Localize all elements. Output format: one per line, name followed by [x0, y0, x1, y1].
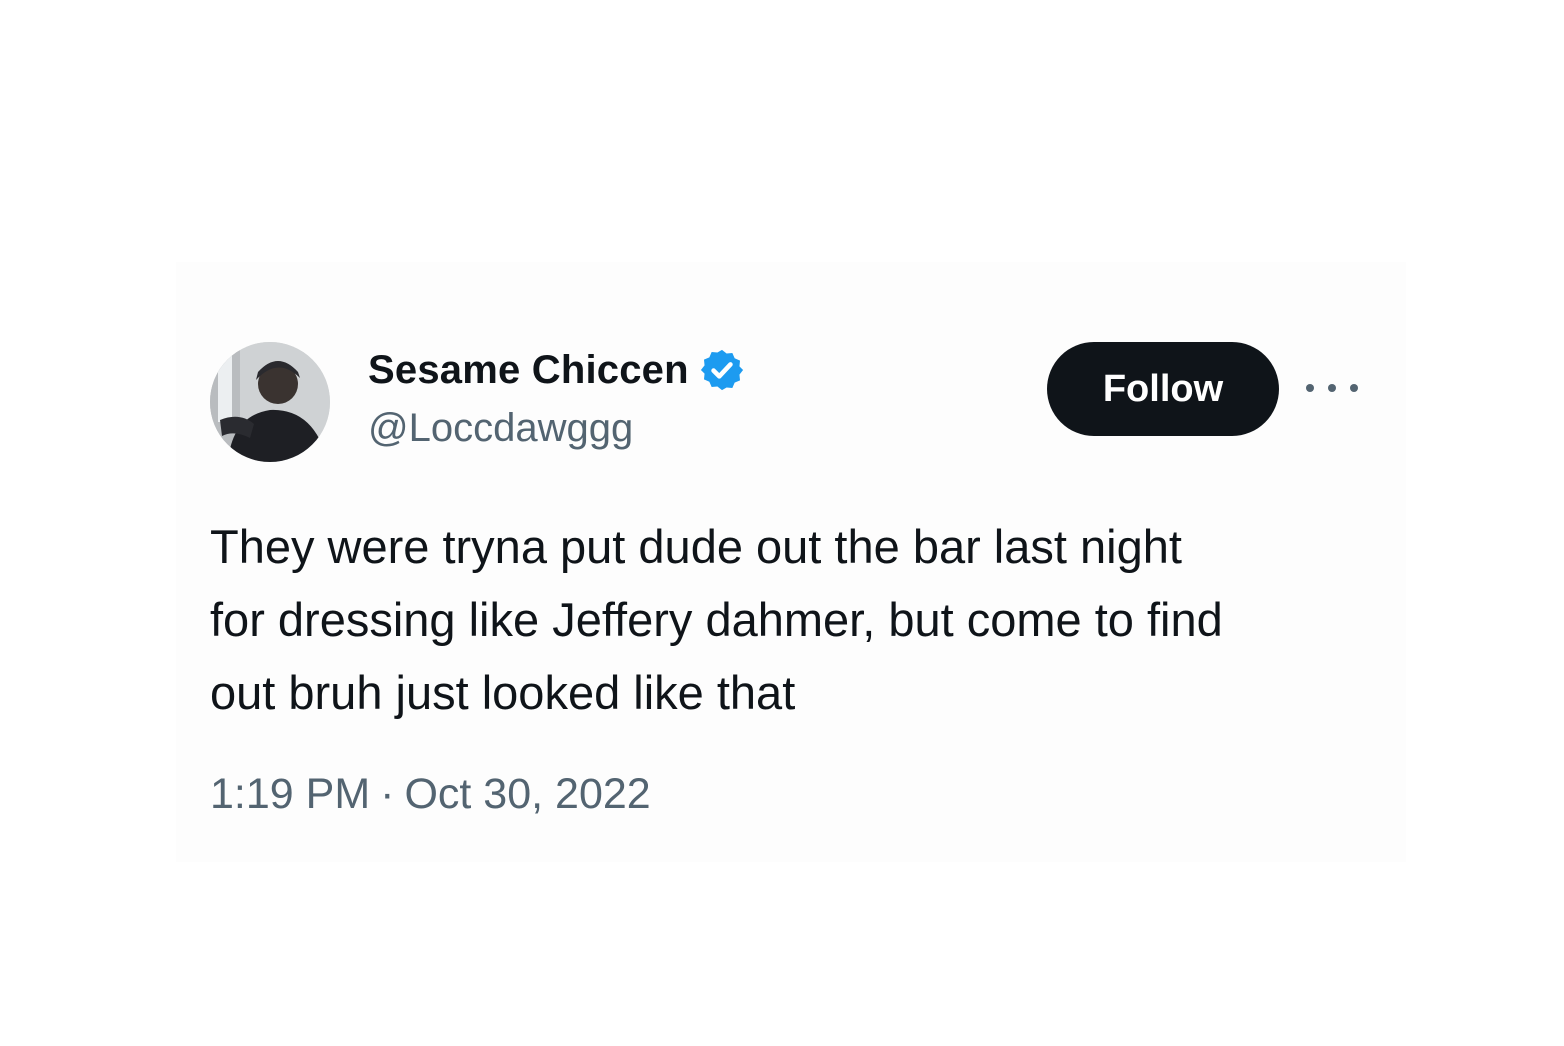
- more-options-icon[interactable]: [1306, 370, 1358, 406]
- avatar-image: [210, 342, 330, 462]
- author-handle[interactable]: @Loccdawggg: [368, 406, 633, 451]
- follow-button[interactable]: Follow: [1047, 342, 1279, 436]
- more-dot: [1306, 384, 1314, 392]
- page: Sesame Chiccen @Loccdawggg Follow They w…: [0, 0, 1564, 1046]
- tweet-date: Oct 30, 2022: [404, 770, 651, 818]
- tweet-time: 1:19 PM: [210, 770, 371, 818]
- tweet-text-line: They were tryna put dude out the bar las…: [210, 520, 1182, 573]
- author-name-row: Sesame Chiccen: [368, 346, 745, 394]
- tweet-timestamp[interactable]: 1:19 PM · Oct 30, 2022: [210, 770, 651, 819]
- author-display-name[interactable]: Sesame Chiccen: [368, 348, 689, 393]
- timestamp-separator: ·: [380, 770, 395, 818]
- tweet-text-line: for dressing like Jeffery dahmer, but co…: [210, 593, 1223, 646]
- avatar[interactable]: [210, 342, 330, 462]
- tweet-card: Sesame Chiccen @Loccdawggg Follow They w…: [176, 262, 1406, 862]
- tweet-text-line: out bruh just looked like that: [210, 666, 796, 719]
- more-dot: [1328, 384, 1336, 392]
- verified-badge-icon: [700, 349, 743, 391]
- more-dot: [1350, 384, 1358, 392]
- tweet-text: They were tryna put dude out the bar las…: [210, 510, 1370, 729]
